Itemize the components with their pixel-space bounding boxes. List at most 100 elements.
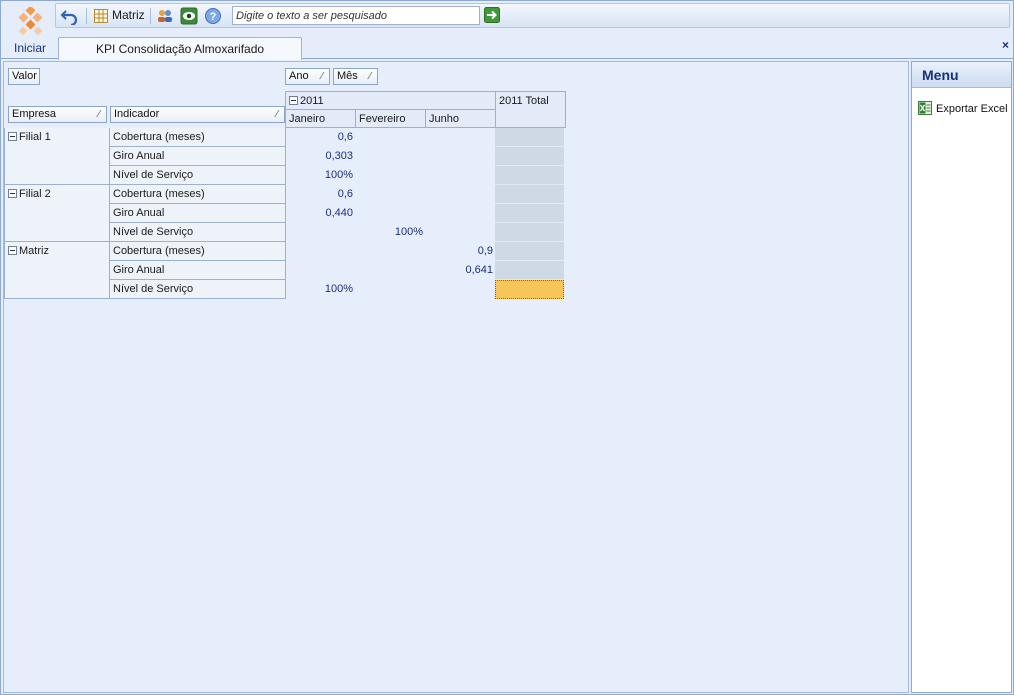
value-cell[interactable] — [425, 223, 496, 242]
export-excel-label: Exportar Excel — [936, 103, 1008, 115]
indicator-row-header: Cobertura (meses) — [110, 128, 286, 147]
sort-icon: ⁄ — [276, 109, 278, 120]
value-cell[interactable] — [425, 128, 496, 147]
excel-icon — [918, 101, 932, 115]
value-cell[interactable]: 0,6 — [285, 128, 356, 147]
group-label: Filial 1 — [19, 131, 51, 143]
value-cell[interactable] — [285, 242, 356, 261]
year-header[interactable]: 2011 — [285, 91, 496, 110]
month-header-fevereiro[interactable]: Fevereiro — [355, 109, 426, 128]
row-group-header[interactable]: Filial 1 — [4, 128, 110, 185]
tab-kpi-consolidacao[interactable]: KPI Consolidação Almoxarifado — [58, 37, 302, 60]
total-cell[interactable] — [495, 242, 564, 261]
value-cell[interactable]: 100% — [355, 223, 426, 242]
field-ano[interactable]: Ano ⁄ — [285, 68, 330, 85]
month-label: Fevereiro — [359, 113, 406, 125]
value-cell[interactable]: 0,303 — [285, 147, 356, 166]
help-icon: ? — [205, 8, 221, 24]
row-group-header[interactable]: Matriz — [4, 242, 110, 299]
value-cell[interactable] — [355, 280, 426, 299]
collapse-icon[interactable] — [8, 189, 17, 198]
collapse-icon[interactable] — [8, 246, 17, 255]
value-cell[interactable] — [425, 204, 496, 223]
value-cell[interactable] — [355, 166, 426, 185]
app-window: Iniciar Matriz ? Digite o texto a ser pe… — [0, 0, 1014, 695]
users-icon — [158, 10, 172, 22]
collapse-icon[interactable] — [8, 132, 17, 141]
users-button[interactable] — [156, 7, 176, 25]
field-mes[interactable]: Mês ⁄ — [333, 68, 378, 85]
field-valor-label: Valor — [12, 70, 37, 82]
month-label: Junho — [429, 113, 459, 125]
row-group-header[interactable]: Filial 2 — [4, 185, 110, 242]
close-tab-icon[interactable]: × — [1002, 38, 1009, 52]
group-label: Matriz — [19, 245, 49, 257]
value-cell[interactable] — [285, 223, 356, 242]
value-cell[interactable]: 0,6 — [285, 185, 356, 204]
collapse-icon[interactable] — [289, 96, 298, 105]
indicator-row-header: Nível de Serviço — [110, 280, 286, 299]
value-cell[interactable] — [425, 147, 496, 166]
value-cell[interactable] — [425, 185, 496, 204]
value-cell[interactable]: 0,440 — [285, 204, 356, 223]
value-cell[interactable]: 100% — [285, 166, 356, 185]
total-cell[interactable] — [495, 223, 564, 242]
field-ano-label: Ano — [289, 70, 309, 82]
field-valor[interactable]: Valor — [8, 68, 40, 85]
search-input[interactable] — [232, 6, 480, 25]
svg-text:?: ? — [210, 11, 217, 23]
sort-icon: ⁄ — [98, 109, 100, 120]
indicator-row-header: Cobertura (meses) — [110, 185, 286, 204]
matrix-label: Matriz — [112, 8, 145, 22]
value-cell[interactable] — [355, 204, 426, 223]
indicator-row-header: Cobertura (meses) — [110, 242, 286, 261]
search-go-button[interactable] — [484, 7, 502, 25]
month-header-janeiro[interactable]: Janeiro — [285, 109, 356, 128]
total-cell[interactable] — [495, 128, 564, 147]
indicator-row-header: Giro Anual — [110, 147, 286, 166]
total-cell[interactable] — [495, 261, 564, 280]
indicator-row-header: Giro Anual — [110, 204, 286, 223]
total-cell[interactable] — [495, 147, 564, 166]
year-total-header: 2011 Total — [495, 91, 566, 128]
field-empresa[interactable]: Empresa ⁄ — [8, 106, 107, 123]
field-indicador-label: Indicador — [114, 108, 160, 120]
matrix-button[interactable]: Matriz — [92, 7, 154, 25]
pivot-grid-area: Valor Ano ⁄ Mês ⁄ Empresa ⁄ Indicador ⁄ … — [3, 61, 909, 693]
menu-panel: Menu Exportar Excel — [911, 61, 1012, 693]
value-cell[interactable]: 0,641 — [425, 261, 496, 280]
indicator-row-header: Giro Anual — [110, 261, 286, 280]
tab-strip: KPI Consolidação Almoxarifado × — [1, 31, 1013, 60]
month-header-junho[interactable]: Junho — [425, 109, 496, 128]
value-cell[interactable]: 0,9 — [425, 242, 496, 261]
field-indicador[interactable]: Indicador ⁄ — [110, 106, 285, 123]
value-cell[interactable] — [425, 280, 496, 299]
year-total-label: 2011 Total — [499, 95, 549, 107]
view-button[interactable] — [180, 7, 200, 25]
total-cell[interactable] — [495, 185, 564, 204]
help-button[interactable]: ? — [204, 7, 224, 25]
menu-title: Menu — [912, 62, 1011, 88]
field-mes-label: Mês — [337, 70, 358, 82]
value-cell[interactable] — [425, 166, 496, 185]
value-cell[interactable] — [355, 147, 426, 166]
value-cell[interactable] — [355, 185, 426, 204]
arrow-right-icon — [484, 7, 500, 23]
indicator-row-header: Nível de Serviço — [110, 223, 286, 242]
total-cell[interactable] — [495, 204, 564, 223]
value-cell[interactable]: 100% — [285, 280, 356, 299]
sort-icon: ⁄ — [321, 71, 323, 82]
value-cell[interactable] — [355, 242, 426, 261]
total-cell[interactable] — [495, 166, 564, 185]
indicator-row-header: Nível de Serviço — [110, 166, 286, 185]
value-cell[interactable] — [285, 261, 356, 280]
sort-icon: ⁄ — [369, 71, 371, 82]
value-cell[interactable] — [355, 128, 426, 147]
selected-total-cell[interactable] — [495, 280, 564, 299]
value-cell[interactable] — [355, 261, 426, 280]
undo-button[interactable] — [60, 7, 80, 27]
eye-icon — [180, 7, 198, 25]
undo-icon — [60, 10, 78, 27]
grid-icon — [94, 9, 108, 23]
group-label: Filial 2 — [19, 188, 51, 200]
